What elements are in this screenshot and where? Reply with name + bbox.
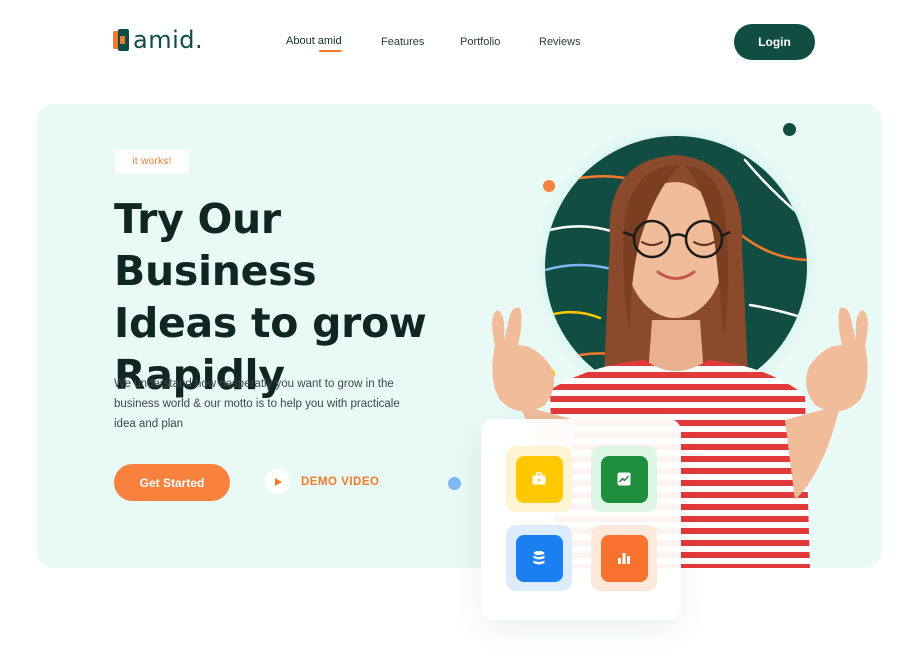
bar-chart-icon [618,553,630,564]
demo-video-label: DEMO VIDEO [301,475,380,488]
get-started-button[interactable]: Get Started [114,464,230,501]
nav-item-features[interactable]: Features [381,36,424,48]
brand-name: amid. [133,26,204,54]
hero-badge: it works! [115,150,189,173]
hero-headline: Try Our Business Ideas to grow Rapidly [114,193,494,401]
briefcase-icon [532,472,546,485]
hero-description: We understand how desperatly you want to… [114,378,400,430]
brand-logo[interactable]: amid. [113,28,203,52]
database-icon [533,551,545,565]
nav-item-reviews[interactable]: Reviews [539,36,581,48]
feature-tile[interactable] [506,446,572,512]
feature-tile[interactable] [591,446,657,512]
decor-dot-blue [448,477,461,490]
nav-item-portfolio[interactable]: Portfolio [460,36,500,48]
headline-line: Try Our Business [114,195,317,295]
headline-line: Ideas to grow [114,299,427,347]
demo-video-link[interactable]: DEMO VIDEO [265,469,379,494]
feature-icon-card [481,419,681,620]
active-nav-underline [319,50,342,52]
feature-tile[interactable] [591,525,657,591]
feature-tile[interactable] [506,525,572,591]
nav-item-about[interactable]: About amid [286,35,342,47]
trend-chart-icon [617,472,631,486]
login-button[interactable]: Login [734,24,815,60]
logo-icon [113,29,129,51]
play-icon[interactable] [265,469,290,494]
